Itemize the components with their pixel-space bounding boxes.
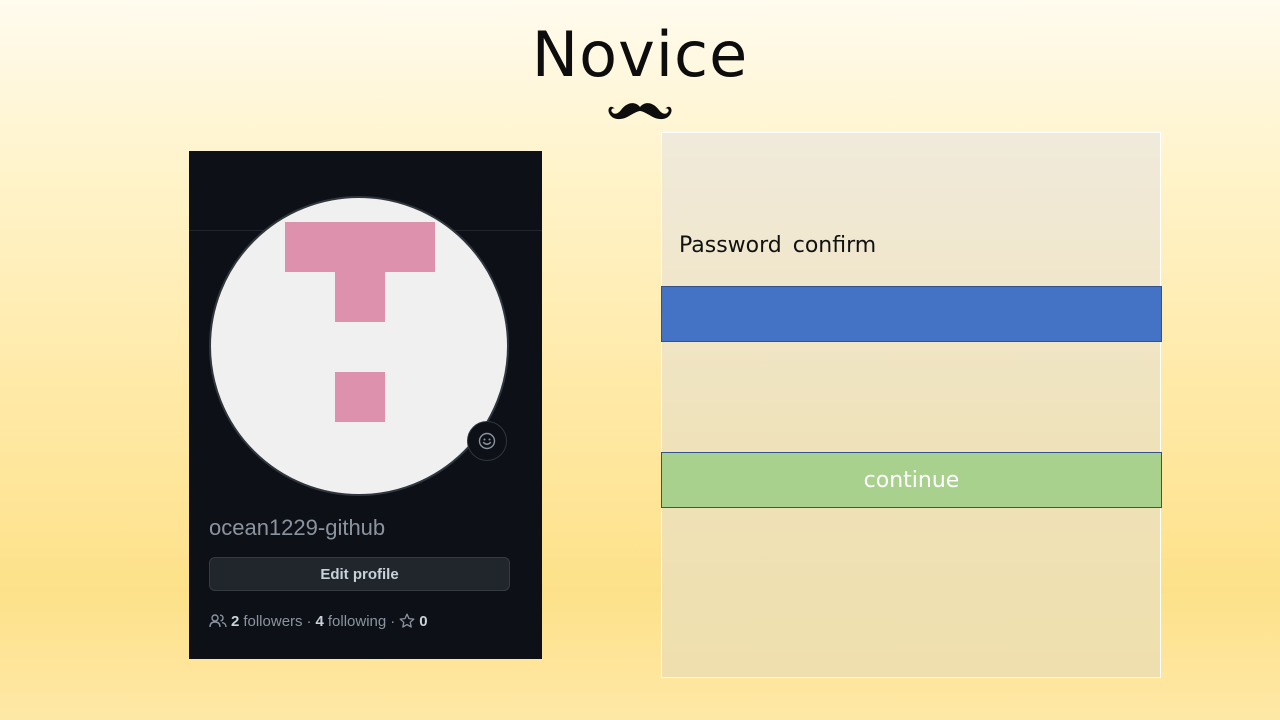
following-link[interactable]: 4 following [316, 613, 387, 630]
followers-count: 2 [231, 612, 240, 630]
page-title: Novice [531, 18, 749, 91]
following-count: 4 [315, 612, 324, 630]
people-icon [209, 614, 227, 628]
continue-button[interactable]: continue [661, 452, 1162, 508]
profile-stats: 2 followers · 4 following · 0 [209, 611, 428, 631]
smiley-icon [478, 432, 496, 450]
avatar-pixel-block [335, 272, 385, 322]
stats-separator: · [306, 612, 312, 630]
set-status-button[interactable] [467, 421, 507, 461]
password-confirm-label: Password confirm [679, 233, 877, 258]
edit-profile-button[interactable]: Edit profile [209, 557, 510, 591]
following-label: following [327, 612, 387, 630]
password-confirm-panel: Password confirm continue [661, 132, 1162, 678]
avatar-pixel-block [285, 222, 435, 272]
password-confirm-input[interactable] [661, 286, 1162, 342]
followers-link[interactable]: 2 followers [231, 613, 303, 630]
username: ocean1229-github [209, 515, 386, 540]
mustache-icon [608, 103, 672, 120]
stars-link[interactable]: 0 [399, 612, 428, 630]
avatar[interactable] [209, 196, 509, 496]
stats-separator: · [390, 612, 396, 630]
followers-label: followers [243, 612, 303, 630]
avatar-pixel-block [335, 372, 385, 422]
stars-count: 0 [419, 612, 428, 630]
star-icon [399, 613, 415, 628]
profile-card: ocean1229-github Edit profile 2 followers… [189, 151, 542, 659]
